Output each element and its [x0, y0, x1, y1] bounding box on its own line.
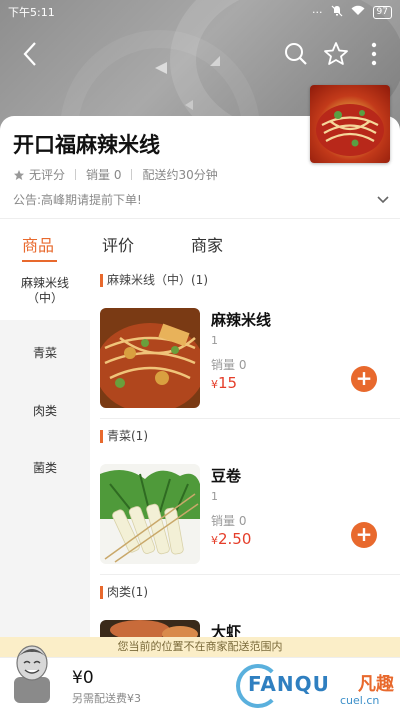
- product-name: 麻辣米线: [211, 311, 272, 329]
- tab-merchant[interactable]: 商家: [191, 232, 223, 256]
- product-image[interactable]: [100, 464, 200, 564]
- shop-name: 开口福麻辣米线: [13, 133, 160, 157]
- add-to-cart-button[interactable]: +: [351, 522, 377, 548]
- wifi-icon: [351, 5, 365, 19]
- more-vertical-icon: [371, 42, 377, 66]
- divider: [100, 418, 400, 419]
- sidebar-item-mushrooms[interactable]: 菌类: [0, 459, 90, 476]
- shop-meta: 无评分 销量 0 配送约30分钟: [13, 166, 218, 183]
- shop-logo-image: [310, 85, 390, 163]
- shop-notice[interactable]: 公告:高峰期请提前下单!: [13, 191, 393, 208]
- watermark-brand-cn: 凡趣: [358, 674, 394, 695]
- cart-total: ¥0: [72, 668, 94, 688]
- chevron-left-icon: [23, 42, 36, 66]
- status-bar: 下午5:11 ··· 97: [0, 0, 400, 24]
- divider: [100, 574, 400, 575]
- product-list: 麻辣米线（中）(1) 麻辣米线 1 销量 0 ¥15 + 青菜(1) 豆卷 1 …: [90, 262, 400, 637]
- product-name: 大虾: [211, 623, 242, 637]
- tab-products[interactable]: 商品: [22, 232, 54, 256]
- delivery-fee: 另需配送费¥3: [72, 692, 141, 705]
- tab-bar: 商品 评价 商家: [0, 222, 400, 262]
- product-name: 豆卷: [211, 467, 242, 485]
- more-dots-icon: ···: [312, 5, 323, 19]
- watermark-brand: FANQU: [248, 672, 330, 696]
- favorite-button[interactable]: [318, 36, 354, 72]
- mute-icon: [331, 5, 343, 20]
- search-button[interactable]: [278, 36, 314, 72]
- price-value: 15: [218, 374, 238, 392]
- section-title: 青菜(1): [100, 430, 148, 443]
- search-icon: [285, 43, 307, 65]
- sidebar-item-vegetables[interactable]: 青菜: [0, 344, 90, 361]
- currency-symbol: ¥: [211, 378, 218, 391]
- watermark-url: cuel.cn: [340, 694, 380, 707]
- back-button[interactable]: [12, 36, 48, 72]
- notice-text: 公告:高峰期请提前下单!: [13, 193, 142, 207]
- category-sidebar: 麻辣米线（中） 青菜 肉类 菌类: [0, 262, 90, 637]
- product-sales: 销量 0: [211, 514, 247, 528]
- product-description: 1: [211, 490, 218, 503]
- chevron-down-icon: [377, 195, 389, 203]
- star-icon: [324, 42, 348, 65]
- price-value: 2.50: [218, 530, 252, 548]
- product-price: ¥15: [211, 374, 237, 392]
- star-icon: [14, 169, 24, 180]
- divider: [0, 218, 400, 219]
- more-menu-button[interactable]: [356, 36, 392, 72]
- battery-icon: 97: [372, 5, 392, 19]
- plus-icon: +: [355, 522, 373, 546]
- cart-bar: ¥0 另需配送费¥3 FANQU 凡趣 cuel.cn: [0, 645, 400, 711]
- tab-reviews[interactable]: 评价: [102, 232, 134, 256]
- product-description: 1: [211, 334, 218, 347]
- sidebar-item-label: 麻辣米线（中）: [20, 276, 69, 305]
- section-title: 麻辣米线（中）(1): [100, 274, 208, 287]
- product-image[interactable]: [100, 308, 200, 408]
- product-sales: 销量 0: [211, 358, 247, 372]
- section-title: 肉类(1): [100, 586, 148, 599]
- status-time: 下午5:11: [8, 6, 55, 19]
- watermark-logo: FANQU 凡趣 cuel.cn: [230, 662, 396, 710]
- shop-delivery-time: 配送约30分钟: [142, 168, 218, 182]
- shop-sales: 销量 0: [86, 168, 122, 182]
- sidebar-item-meat[interactable]: 肉类: [0, 402, 90, 419]
- product-image[interactable]: [100, 620, 200, 637]
- add-to-cart-button[interactable]: +: [351, 366, 377, 392]
- delivery-range-banner: 您当前的位置不在商家配送范围内: [0, 637, 400, 657]
- cart-mascot-icon[interactable]: [10, 643, 54, 705]
- product-price: ¥2.50: [211, 530, 251, 548]
- currency-symbol: ¥: [211, 534, 218, 547]
- shop-rating: 无评分: [29, 168, 66, 182]
- sidebar-item-spicy-noodles[interactable]: 麻辣米线（中）: [0, 262, 90, 320]
- plus-icon: +: [355, 366, 373, 390]
